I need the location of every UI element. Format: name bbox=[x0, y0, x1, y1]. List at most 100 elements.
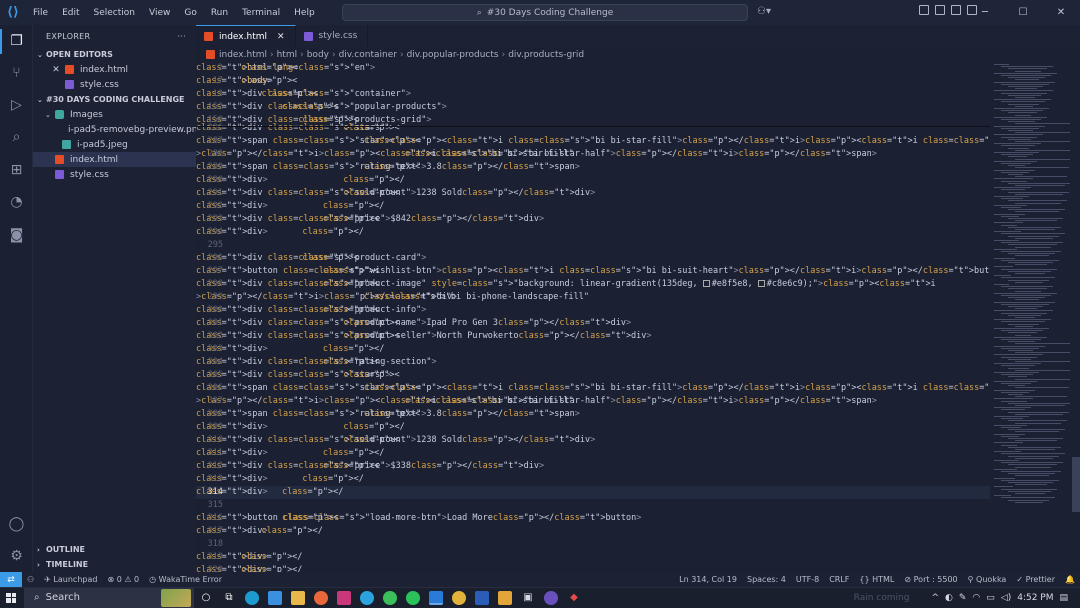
code-line[interactable]: 296 class="p">< class="t">div class=class… bbox=[196, 252, 990, 265]
launchpad-status[interactable]: ✈ Launchpad bbox=[39, 575, 102, 584]
code-line[interactable]: 309 class="p"></class="t">div> bbox=[196, 421, 990, 434]
sticky-scroll-line[interactable]: 2 class="p">< class="t">html lang=class="s… bbox=[196, 62, 990, 75]
search-sidebar-icon[interactable]: ⌕ bbox=[8, 128, 25, 145]
language-mode[interactable]: {} HTML bbox=[854, 575, 899, 584]
code-line[interactable]: 300 class="p">< class="t">div class=class… bbox=[196, 304, 990, 317]
code-line[interactable]: 304 class="p">< class="t">div class=class… bbox=[196, 356, 990, 369]
menu-help[interactable]: Help bbox=[287, 8, 322, 18]
file-explorer-icon[interactable] bbox=[291, 590, 305, 605]
menu-view[interactable]: View bbox=[142, 8, 177, 18]
spotify-icon[interactable] bbox=[406, 590, 420, 605]
wakatime-status[interactable]: ◷ WakaTime Error bbox=[144, 575, 227, 584]
start-button[interactable] bbox=[0, 588, 22, 608]
prettier-status[interactable]: ✓ Prettier bbox=[1011, 575, 1060, 584]
code-line[interactable]: 299 class=class="s">"bi bi-phone-landsca… bbox=[196, 291, 990, 304]
code-line[interactable]: 316 class="p">< class="t">button class=cl… bbox=[196, 512, 990, 525]
code-line[interactable]: 294 class="p"></class="t">div> bbox=[196, 226, 990, 239]
remote-explorer-icon[interactable]: ◙ bbox=[8, 226, 25, 243]
tab-index-html[interactable]: index.html ✕ bbox=[196, 25, 296, 47]
code-line[interactable]: 307 class=class="s">"bi bi-star-fill" >cl… bbox=[196, 395, 990, 408]
live-share-icon[interactable]: ⚇ bbox=[22, 575, 39, 584]
breadcrumb-item[interactable]: div.container bbox=[339, 50, 397, 60]
code-line[interactable]: 289 class="p">< class="t">span class=clas… bbox=[196, 161, 990, 174]
minimize-button[interactable]: ─ bbox=[966, 0, 1004, 25]
file-ipad5-png[interactable]: i-pad5-removebg-preview.png bbox=[33, 122, 203, 137]
tab-style-css[interactable]: style.css bbox=[296, 25, 369, 47]
sticky-scroll-line[interactable]: 152 class="p">< class="t">div class=class… bbox=[196, 101, 990, 114]
task-view-icon[interactable]: ⧉ bbox=[222, 591, 236, 605]
tray-chevron-up-icon[interactable]: ^ bbox=[931, 593, 939, 603]
code-line[interactable]: 290 class="p"></class="t">div> bbox=[196, 174, 990, 187]
edge-icon[interactable] bbox=[245, 590, 259, 605]
code-line[interactable]: 298 class="p">< class="t">div class=class… bbox=[196, 278, 990, 291]
breadcrumb-item[interactable]: body bbox=[307, 50, 329, 60]
firefox-icon[interactable] bbox=[314, 590, 328, 605]
code-line[interactable]: 311 class="p"></class="t">div> bbox=[196, 447, 990, 460]
code-line[interactable]: 303 class="p"></class="t">div> bbox=[196, 343, 990, 356]
code-line[interactable]: 314 class="p"></class="t">div> bbox=[196, 486, 990, 499]
settings-gear-icon[interactable]: ⚙ bbox=[8, 547, 25, 564]
open-editor-style-css[interactable]: style.css bbox=[33, 77, 196, 92]
close-icon[interactable]: ✕ bbox=[51, 65, 61, 75]
git-app-icon[interactable] bbox=[498, 590, 512, 605]
word-icon[interactable] bbox=[475, 590, 489, 605]
quokka-status[interactable]: ⚲ Quokka bbox=[963, 575, 1012, 584]
breadcrumb-item[interactable]: html bbox=[277, 50, 298, 60]
source-control-icon[interactable]: ⑂ bbox=[8, 64, 25, 81]
project-section[interactable]: ⌄ #30 DAYS CODING CHALLENGE bbox=[33, 92, 196, 107]
code-line[interactable]: 301 class="p">< class="t">div class=class… bbox=[196, 317, 990, 330]
code-line[interactable]: 310 class="p">< class="t">div class=class… bbox=[196, 434, 990, 447]
live-server-status[interactable]: ⊘ Port : 5500 bbox=[899, 575, 962, 584]
toggle-primary-sidebar-icon[interactable] bbox=[935, 5, 945, 15]
explorer-more-icon[interactable]: ··· bbox=[177, 32, 186, 41]
menu-file[interactable]: File bbox=[26, 8, 55, 18]
minimap[interactable] bbox=[990, 62, 1072, 572]
folder-images[interactable]: ⌄ Images bbox=[33, 107, 196, 122]
menu-edit[interactable]: Edit bbox=[55, 8, 86, 18]
cursor-position[interactable]: Ln 314, Col 19 bbox=[674, 575, 742, 584]
code-line[interactable]: 312 class="p">< class="t">div class=class… bbox=[196, 460, 990, 473]
file-ipad5-jpeg[interactable]: i-pad5.jpeg bbox=[33, 137, 196, 152]
code-line[interactable]: 313 class="p"></class="t">div> bbox=[196, 473, 990, 486]
code-line[interactable]: 308 class="p">< class="t">span class=clas… bbox=[196, 408, 990, 421]
terminal-app-icon[interactable]: ◆ bbox=[567, 591, 581, 605]
scroll-thumb[interactable] bbox=[1072, 457, 1080, 512]
store-icon[interactable] bbox=[268, 590, 282, 605]
code-line[interactable]: 291 class="p">< class="t">div class=class… bbox=[196, 187, 990, 200]
vscode-taskbar-icon[interactable] bbox=[429, 590, 443, 605]
breadcrumb-item[interactable]: div.products-grid bbox=[508, 50, 584, 60]
code-line[interactable]: 306 class="p">< class="t">span class=clas… bbox=[196, 382, 990, 395]
command-center-search[interactable]: ⌕ #30 Days Coding Challenge bbox=[342, 4, 748, 21]
code-line[interactable]: 287 class="p">< class="t">span class=clas… bbox=[196, 135, 990, 148]
close-window-button[interactable]: ✕ bbox=[1042, 0, 1080, 25]
sticky-scroll-line[interactable]: 13 class="p">< class="t">div class=class=… bbox=[196, 88, 990, 101]
code-line[interactable]: 297 class="p">< class="t">button class=cl… bbox=[196, 265, 990, 278]
tray-app-icon[interactable]: ◐ bbox=[945, 593, 953, 603]
problems-status[interactable]: ⊗ 0 ⚠ 0 bbox=[102, 575, 144, 584]
screenshot-tool-icon[interactable]: ▣ bbox=[521, 591, 535, 605]
sticky-scroll-line[interactable]: 17 class="p">< class="t">body> bbox=[196, 75, 990, 88]
timeline-section[interactable]: › TIMELINE bbox=[33, 557, 196, 572]
code-line[interactable]: 302 class="p">< class="t">div class=class… bbox=[196, 330, 990, 343]
telegram-icon[interactable] bbox=[360, 590, 374, 605]
explorer-icon[interactable]: ❐ bbox=[8, 32, 25, 49]
instagram-icon[interactable] bbox=[337, 590, 351, 605]
obs-icon[interactable] bbox=[544, 590, 558, 605]
copilot-icon[interactable]: ⚇▾ bbox=[757, 6, 771, 17]
clock[interactable]: 4:52 PM bbox=[1017, 593, 1053, 603]
cortana-icon[interactable]: ○ bbox=[199, 591, 213, 605]
notifications-bell-icon[interactable]: 🔔 bbox=[1060, 575, 1080, 584]
code-line[interactable]: 293 class="p">< class="t">div class=class… bbox=[196, 213, 990, 226]
code-line[interactable]: 320 class="p"></class="t">div> bbox=[196, 564, 990, 572]
run-debug-icon[interactable]: ▷ bbox=[8, 96, 25, 113]
volume-icon[interactable]: ◁) bbox=[1001, 593, 1011, 603]
code-line[interactable]: 317 class="p"></class="t">div> bbox=[196, 525, 990, 538]
code-line[interactable]: 315 bbox=[196, 499, 990, 512]
open-editors-section[interactable]: ⌄ OPEN EDITORS bbox=[33, 47, 196, 62]
notification-center-icon[interactable]: ▤ bbox=[1059, 593, 1068, 603]
code-line[interactable]: 318 bbox=[196, 538, 990, 551]
encoding[interactable]: UTF-8 bbox=[791, 575, 824, 584]
chrome-icon[interactable] bbox=[452, 590, 466, 605]
file-style-css[interactable]: style.css bbox=[33, 167, 196, 182]
editor-scrollbar[interactable] bbox=[1072, 62, 1080, 572]
